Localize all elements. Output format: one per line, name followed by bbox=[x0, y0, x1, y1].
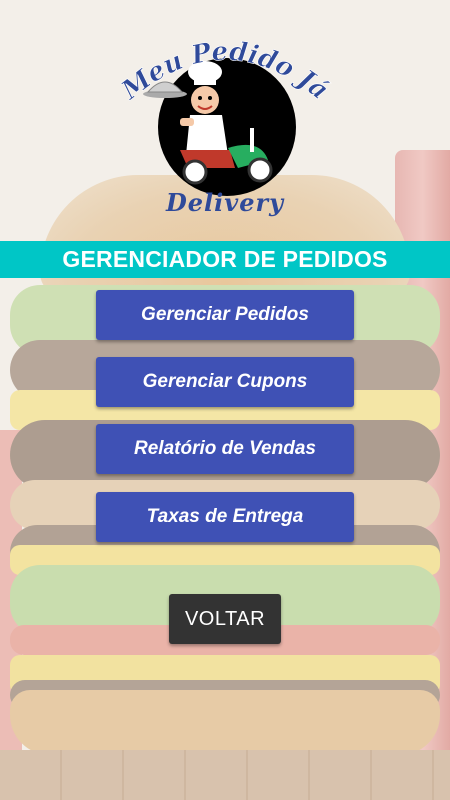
manage-coupons-label: Gerenciar Cupons bbox=[142, 371, 308, 392]
logo-subtitle: Delivery bbox=[165, 188, 285, 217]
page-title: GERENCIADOR DE PEDIDOS bbox=[62, 246, 388, 272]
page-title-bar: GERENCIADOR DE PEDIDOS bbox=[0, 241, 450, 278]
wooden-table bbox=[0, 750, 450, 800]
sales-report-button[interactable]: Relatório de Vendas bbox=[96, 424, 354, 474]
delivery-fees-label: Taxas de Entrega bbox=[146, 506, 304, 527]
logo-title: Meu Pedido Já bbox=[115, 36, 334, 107]
manage-coupons-button[interactable]: Gerenciar Cupons bbox=[96, 357, 354, 407]
back-button[interactable]: VOLTAR bbox=[169, 594, 281, 644]
manage-orders-button[interactable]: Gerenciar Pedidos bbox=[96, 290, 354, 340]
sales-report-label: Relatório de Vendas bbox=[134, 438, 316, 459]
manage-orders-label: Gerenciar Pedidos bbox=[141, 304, 309, 325]
svg-text:Meu Pedido Já: Meu Pedido Já bbox=[115, 37, 334, 107]
app-logo: Meu Pedido Já Delivery bbox=[110, 20, 340, 225]
back-button-label: VOLTAR bbox=[184, 607, 266, 630]
delivery-fees-button[interactable]: Taxas de Entrega bbox=[96, 492, 354, 542]
manager-screen: Meu Pedido Já Delivery GERENCIADOR DE PE… bbox=[0, 0, 450, 800]
